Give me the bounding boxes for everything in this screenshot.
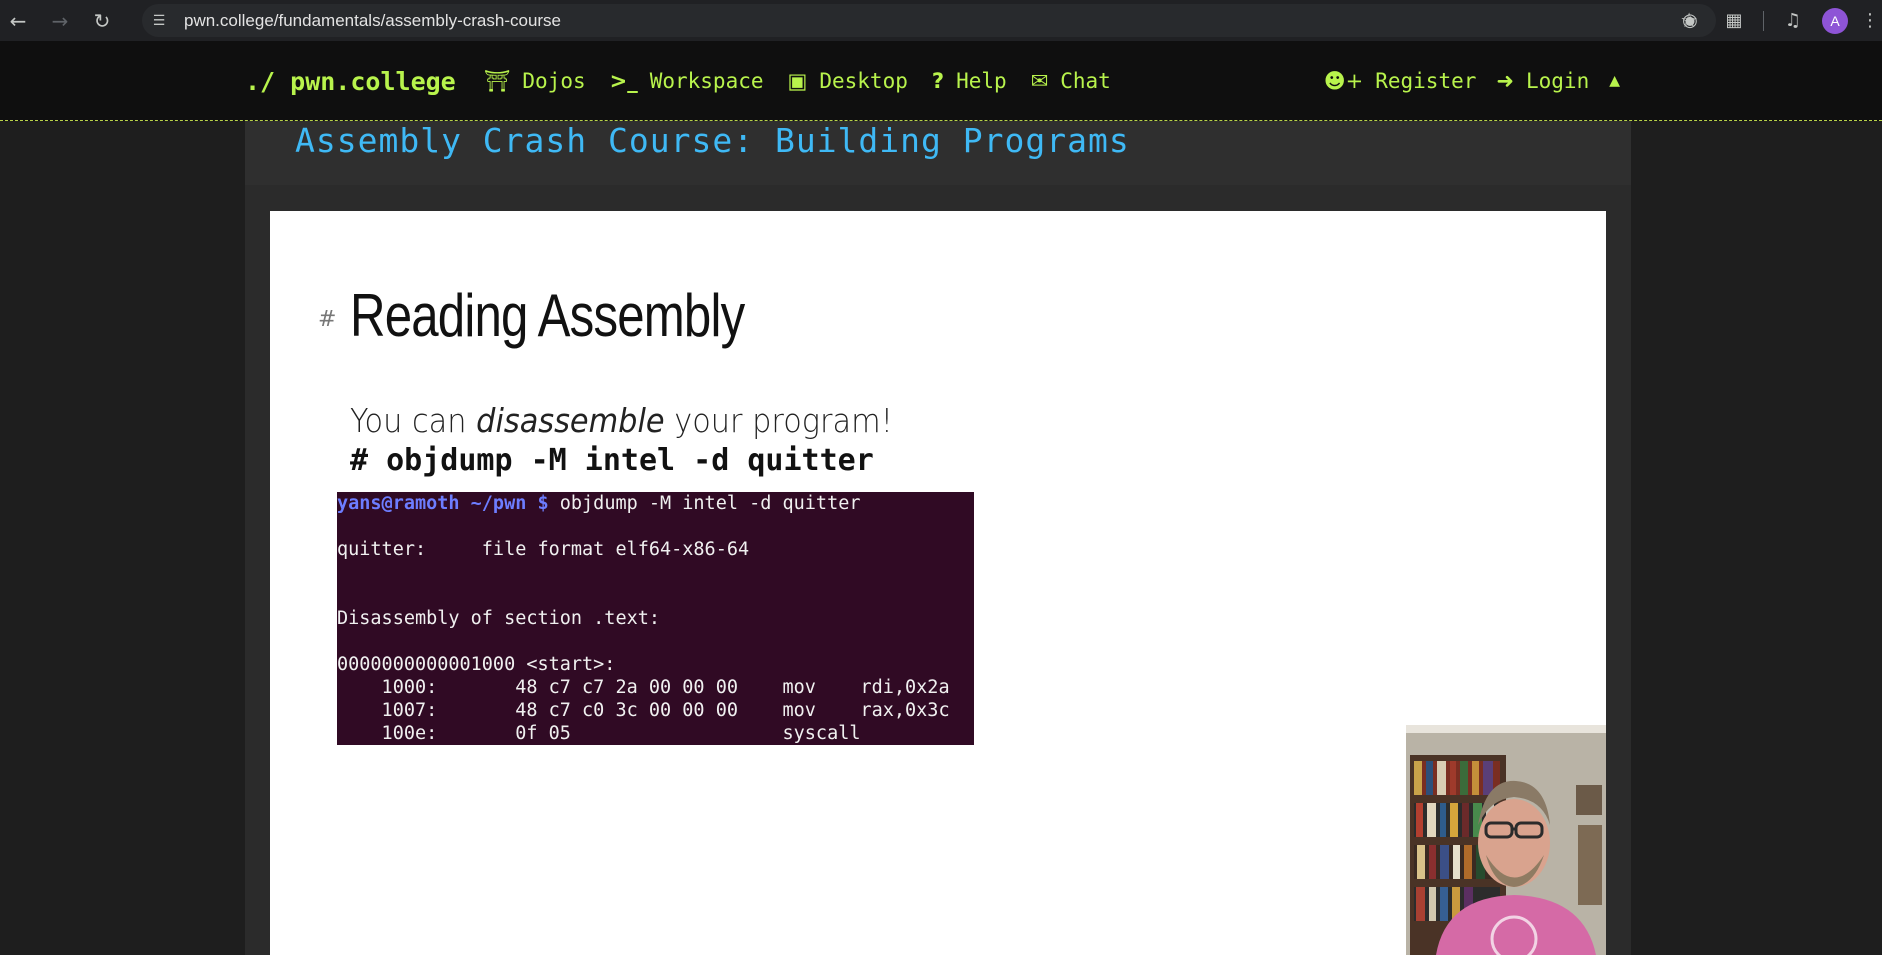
- terminal-screenshot: yans@ramoth ~/pwn $ objdump -M intel -d …: [337, 492, 974, 745]
- nav-left: ./ pwn.college ⛩ Dojos >_ Workspace ▣ De…: [245, 41, 1135, 121]
- module-header: Assembly Crash Course: Building Programs: [245, 121, 1631, 185]
- slide-text-after: your program!: [664, 401, 893, 440]
- terminal-prompt: yans@ramoth ~/pwn $: [337, 493, 549, 514]
- reload-icon[interactable]: ↻: [84, 3, 120, 39]
- slide-heading: Reading Assembly: [350, 282, 745, 349]
- nav-desktop[interactable]: ▣ Desktop: [788, 69, 908, 93]
- toolbar-divider: [1763, 10, 1764, 31]
- login-link[interactable]: ➜ Login: [1496, 69, 1589, 93]
- desktop-icon: ▣: [787, 69, 808, 93]
- module-title: Assembly Crash Course: Building Programs: [295, 121, 1130, 160]
- terminal-line: 0000000000001000 <start>:: [337, 654, 616, 675]
- lecture-slide: # Reading Assembly You can disassemble y…: [270, 211, 1606, 955]
- incognito-extension-icon[interactable]: ◉: [1675, 6, 1705, 36]
- nav-workspace-label: Workspace: [649, 69, 764, 93]
- terminal-line: 1007: 48 c7 c0 3c 00 00 00 mov rax,0x3c: [337, 700, 950, 721]
- webcam-image: [1406, 725, 1606, 955]
- terminal-line: 100e: 0f 05 syscall: [337, 722, 974, 745]
- nav-right: ☻+ Register ➜ Login ▲: [1324, 41, 1620, 121]
- login-label: Login: [1526, 69, 1590, 93]
- presenter-webcam: [1406, 725, 1606, 955]
- back-icon[interactable]: ←: [0, 3, 36, 39]
- browser-toolbar: ← → ↻ ☰ pwn.college/fundamentals/assembl…: [0, 0, 1882, 41]
- slide-text-emphasis: disassemble: [476, 401, 665, 440]
- slide-text: You can disassemble your program!: [350, 401, 893, 440]
- terminal-icon: >_: [609, 69, 638, 93]
- url-text[interactable]: pwn.college/fundamentals/assembly-crash-…: [184, 11, 561, 31]
- terminal-line: quitter: file format elf64-x86-64: [337, 539, 750, 560]
- collapse-caret-icon[interactable]: ▲: [1609, 73, 1620, 89]
- register-link[interactable]: ☻+ Register: [1324, 69, 1477, 93]
- nav-help[interactable]: ? Help: [932, 69, 1007, 93]
- terminal-line: 1000: 48 c7 c7 2a 00 00 00 mov rdi,0x2a: [337, 677, 950, 698]
- nav-desktop-label: Desktop: [819, 69, 908, 93]
- torii-gate-icon: ⛩: [483, 68, 511, 93]
- nav-chat-label: Chat: [1060, 69, 1111, 93]
- terminal-prompt-line: yans@ramoth ~/pwn $ objdump -M intel -d …: [337, 492, 974, 515]
- browser-menu-icon[interactable]: ⋮: [1861, 6, 1879, 36]
- extension-area: ◉ ▦ ♫ A ⋮: [1675, 0, 1882, 41]
- user-plus-icon: ☻+: [1323, 69, 1364, 93]
- extensions-puzzle-icon[interactable]: ▦: [1719, 6, 1749, 36]
- question-icon: ?: [931, 69, 945, 93]
- media-queue-icon[interactable]: ♫: [1778, 6, 1808, 36]
- nav-dojos-label: Dojos: [522, 69, 586, 93]
- slide-command: # objdump -M intel -d quitter: [350, 443, 874, 478]
- sign-in-icon: ➜: [1496, 69, 1514, 93]
- nav-chat[interactable]: ✉ Chat: [1031, 69, 1111, 93]
- terminal-line: Disassembly of section .text:: [337, 608, 661, 629]
- register-label: Register: [1375, 69, 1477, 93]
- profile-avatar[interactable]: A: [1822, 7, 1848, 34]
- address-bar[interactable]: ☰ pwn.college/fundamentals/assembly-cras…: [142, 4, 1716, 37]
- slide-text-before: You can: [350, 401, 477, 440]
- forward-icon[interactable]: →: [42, 3, 78, 39]
- nav-help-label: Help: [956, 69, 1007, 93]
- nav-workspace[interactable]: >_ Workspace: [610, 69, 764, 93]
- brand-logo[interactable]: ./ pwn.college: [245, 67, 456, 96]
- terminal-last-line: 100e: 0f 05 syscall: [337, 723, 861, 744]
- site-navbar: ./ pwn.college ⛩ Dojos >_ Workspace ▣ De…: [0, 41, 1882, 121]
- nav-dojos[interactable]: ⛩ Dojos: [484, 69, 586, 94]
- terminal-command: objdump -M intel -d quitter: [548, 493, 861, 514]
- heading-anchor[interactable]: #: [318, 307, 336, 332]
- chat-icon: ✉: [1030, 69, 1049, 93]
- site-info-icon[interactable]: ☰: [142, 4, 176, 37]
